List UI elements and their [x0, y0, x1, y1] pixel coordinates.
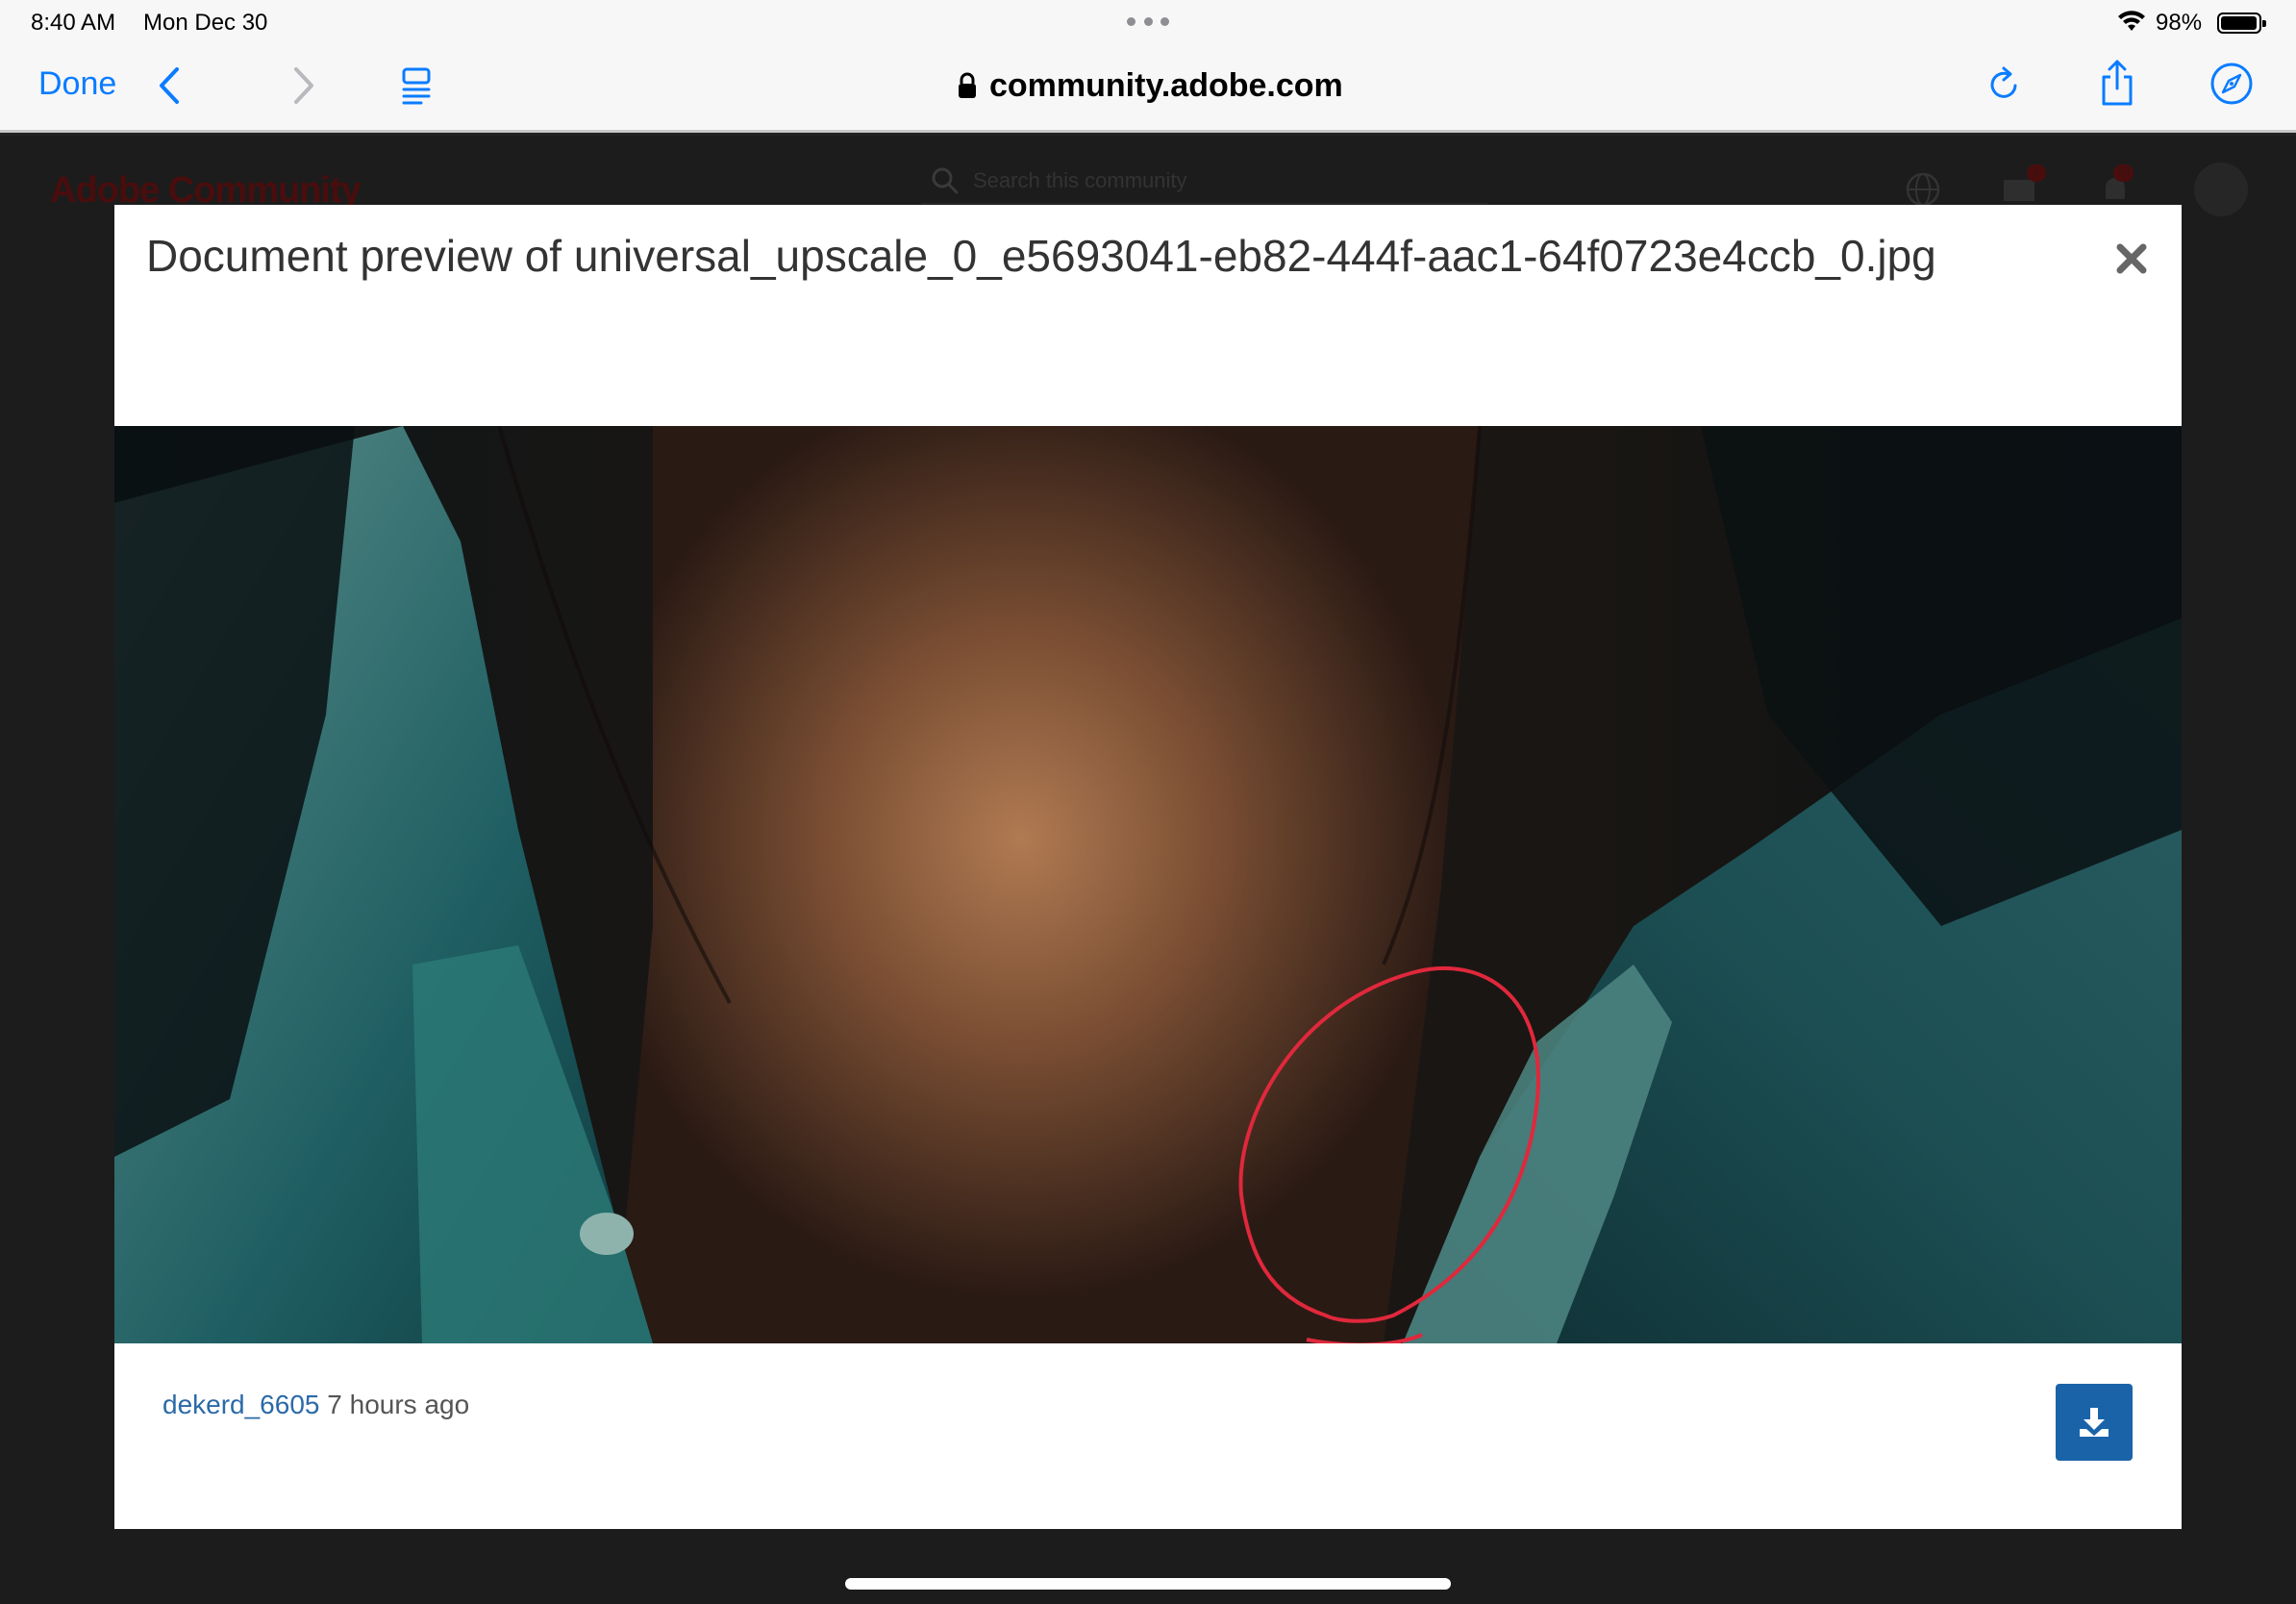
community-search: Search this community: [921, 158, 1488, 204]
avatar: [2194, 163, 2248, 216]
post-meta: dekerd_6605 7 hours ago: [162, 1390, 469, 1420]
address-bar[interactable]: community.adobe.com: [957, 63, 1343, 108]
preview-image: [114, 426, 2182, 1343]
share-icon[interactable]: [2098, 58, 2136, 108]
download-icon: [2080, 1408, 2109, 1437]
battery-icon: [2217, 13, 2266, 34]
notification-badge: 79: [2113, 164, 2134, 182]
document-preview-modal: Document preview of universal_upscale_0_…: [114, 205, 2182, 1529]
chevron-right-icon[interactable]: [288, 63, 319, 108]
globe-icon: [1906, 172, 1940, 207]
done-button[interactable]: Done: [38, 65, 116, 103]
compass-icon[interactable]: [2209, 62, 2254, 106]
author-link[interactable]: dekerd_6605: [162, 1390, 319, 1419]
mail-badge: 1: [2027, 164, 2046, 182]
modal-title: Document preview of universal_upscale_0_…: [146, 231, 1936, 281]
status-time: 8:40 AM: [31, 10, 116, 36]
close-icon[interactable]: [2112, 239, 2151, 278]
download-button[interactable]: [2056, 1384, 2133, 1461]
search-placeholder: Search this community: [973, 167, 1187, 192]
lock-icon: [959, 72, 976, 98]
post-time: 7 hours ago: [327, 1390, 470, 1419]
search-icon: [932, 167, 959, 193]
url-text: community.adobe.com: [989, 66, 1343, 104]
status-date: Mon Dec 30: [143, 10, 268, 36]
multitasking-dots-icon[interactable]: [1127, 17, 1169, 27]
reader-icon[interactable]: [400, 63, 435, 108]
status-bar: 8:40 AM Mon Dec 30 98%: [0, 0, 2296, 44]
chevron-left-icon[interactable]: [154, 63, 185, 108]
wifi-icon: [2118, 11, 2145, 31]
battery-percent: 98%: [2156, 10, 2203, 36]
browser-toolbar: Done community.adobe.com: [0, 44, 2296, 133]
reload-icon[interactable]: [1984, 63, 2023, 107]
home-indicator[interactable]: [845, 1578, 1451, 1590]
